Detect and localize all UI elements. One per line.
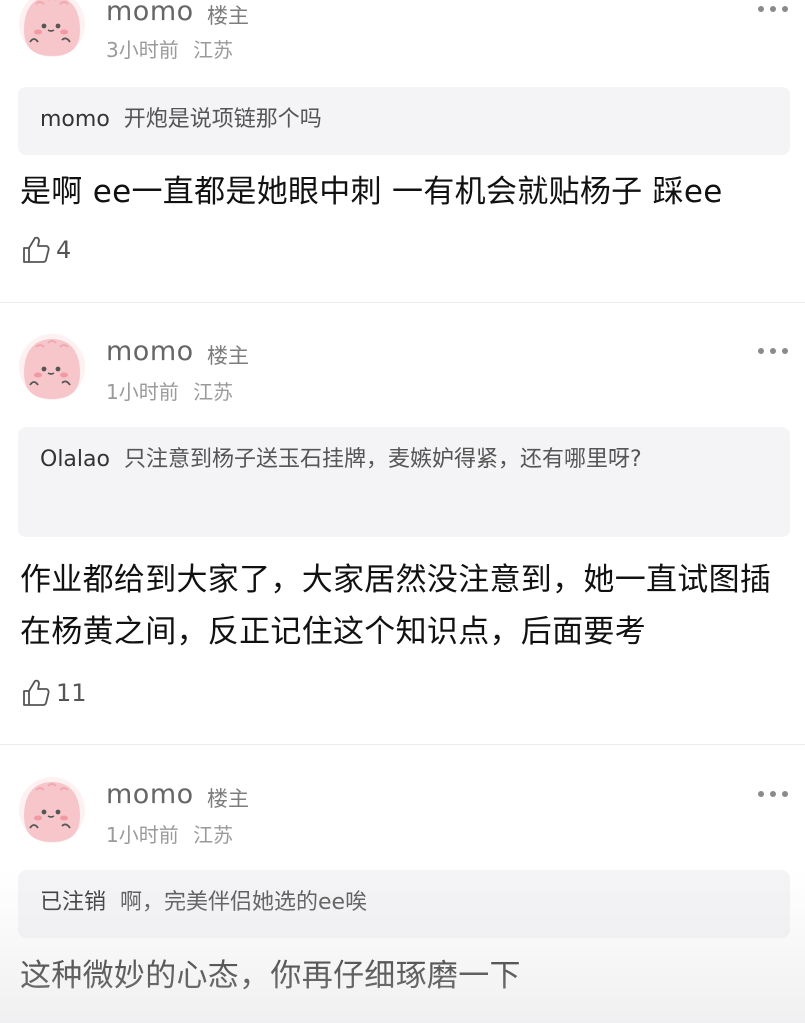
comment-meta: 1小时前 江苏 (106, 819, 233, 848)
quoted-reply[interactable]: Olalao 只注意到杨子送玉石挂牌，麦嫉妒得紧，还有哪里呀? (18, 427, 790, 537)
quoted-reply[interactable]: momo 开炮是说项链那个吗 (18, 87, 790, 155)
thumbs-up-icon (20, 677, 52, 709)
quote-author: momo (40, 107, 110, 132)
op-badge: 楼主 (207, 344, 249, 368)
like-button[interactable]: 4 (20, 234, 71, 266)
thumbs-up-icon (20, 234, 52, 266)
like-count: 11 (56, 679, 87, 707)
divider (0, 744, 805, 745)
like-button[interactable]: 11 (20, 677, 87, 709)
quote-text: 开炮是说项链那个吗 (123, 107, 322, 132)
op-badge: 楼主 (207, 4, 249, 28)
quote-author: 已注销 (40, 890, 107, 915)
comment-time: 1小时前 (106, 380, 179, 404)
op-badge: 楼主 (207, 787, 249, 811)
username[interactable]: momo (106, 336, 194, 367)
like-count: 4 (56, 236, 72, 264)
comment-text: 这种微妙的心态，你再仔细琢磨一下 (20, 958, 521, 994)
comment-location: 江苏 (193, 38, 234, 62)
comment-location: 江苏 (193, 380, 234, 404)
divider (0, 302, 805, 303)
comment-meta: 1小时前 江苏 (106, 376, 233, 405)
quoted-reply[interactable]: 已注销 啊，完美伴侣她选的ee唉 (18, 870, 790, 938)
more-dots-icon[interactable] (756, 789, 790, 799)
comment-location: 江苏 (193, 823, 234, 847)
avatar-icon[interactable] (18, 0, 86, 58)
more-dots-icon[interactable] (756, 346, 790, 356)
quote-text: 只注意到杨子送玉石挂牌，麦嫉妒得紧，还有哪里呀? (123, 447, 642, 472)
username[interactable]: momo (106, 779, 194, 810)
avatar-icon[interactable] (18, 776, 86, 844)
username[interactable]: momo (106, 0, 194, 27)
more-dots-icon[interactable] (756, 4, 790, 14)
comment-time: 3小时前 (106, 38, 179, 62)
quote-text: 啊，完美伴侣她选的ee唉 (120, 890, 368, 915)
avatar-icon[interactable] (18, 333, 86, 401)
comment-time: 1小时前 (106, 823, 179, 847)
quote-author: Olalao (40, 447, 110, 472)
comment-meta: 3小时前 江苏 (106, 34, 233, 63)
comment-text: 作业都给到大家了，大家居然没注意到，她一直试图插在杨黄之间，反正记住这个知识点，… (20, 562, 772, 650)
comment-text: 是啊 ee一直都是她眼中刺 一有机会就贴杨子 踩ee (20, 174, 723, 210)
